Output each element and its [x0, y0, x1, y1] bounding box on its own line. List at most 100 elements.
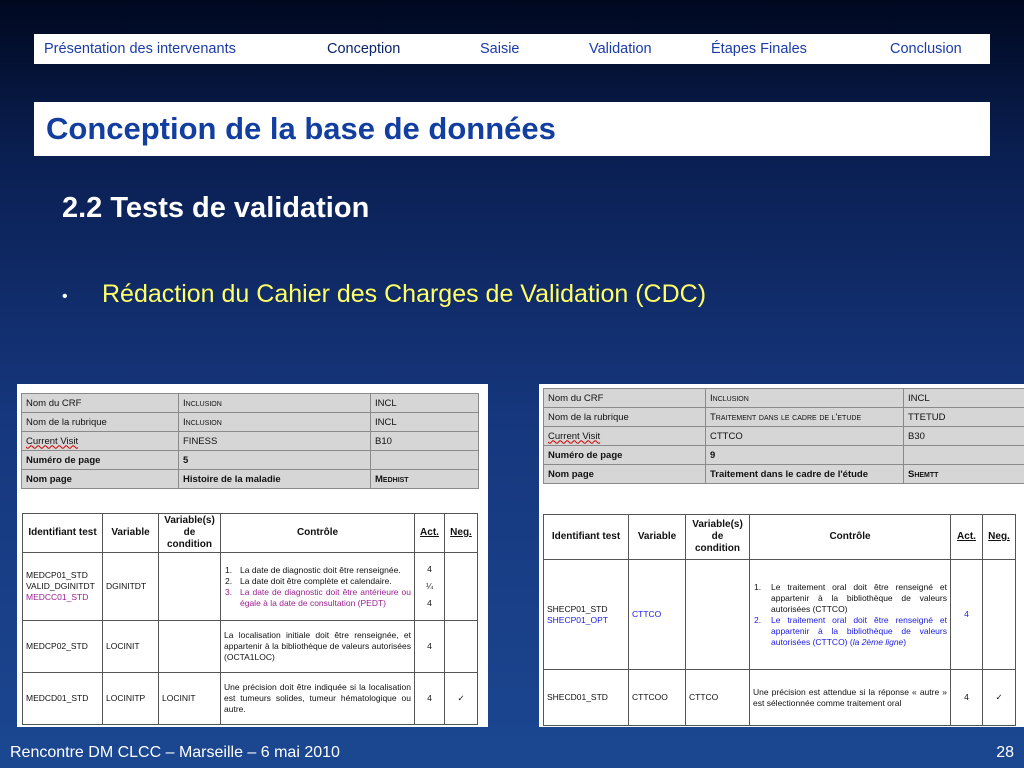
header-act: Act. [950, 514, 983, 560]
nav-item-validation[interactable]: Validation [589, 41, 652, 57]
variable-cell: LOCINIT [102, 620, 159, 673]
control-cell: Une précision doit être indiquée si la l… [220, 672, 415, 725]
info-label: Nom de la rubrique [543, 407, 706, 427]
neg-cell [444, 552, 478, 621]
document-screenshot-medhist: Nom du CRF Inclusion INCL Nom de la rubr… [17, 384, 488, 727]
info-label: Numéro de page [543, 445, 706, 465]
info-value: Traitement dans le cadre de l'etude [705, 407, 904, 427]
control-number: 2. [225, 575, 233, 586]
info-label: Nom de la rubrique [21, 412, 179, 432]
control-text-italic: la 2ème ligne [852, 636, 904, 647]
header-controle: Contrôle [220, 513, 415, 553]
condition-cell [685, 559, 750, 670]
control-cell: 1. Le traitement oral doit être renseigné… [749, 559, 951, 670]
header-variable: Variable [628, 514, 686, 560]
info-code: Shemtt [903, 464, 1024, 484]
test-id-cell: MEDCD01_STD [22, 672, 103, 725]
info-value: Inclusion [178, 393, 371, 413]
info-label: Current Visit [543, 426, 706, 446]
info-value: Inclusion [705, 388, 904, 408]
info-code [903, 445, 1024, 465]
neg-cell: ✓ [444, 672, 478, 725]
test-id-cell: SHECD01_STD [543, 669, 629, 726]
header-act: Act. [414, 513, 445, 553]
info-label: Nom page [21, 469, 179, 489]
condition-cell: CTTCO [685, 669, 750, 726]
info-value: Traitement dans le cadre de l'étude [705, 464, 904, 484]
act-value: 4 [427, 598, 432, 608]
act-value: ¼ [425, 581, 434, 591]
test-id: SHECP01_OPT [547, 614, 608, 625]
validation-test-table: Identifiant test Variable Variable(s) de… [543, 514, 1016, 726]
table-row: SHECD01_STD CTTCOO CTTCO Une précision e… [543, 669, 1016, 726]
info-row: Nom du CRF Inclusion INCL [543, 388, 1024, 408]
bullet-marker: • [62, 288, 68, 305]
act-cell: 4 [414, 672, 445, 725]
crf-info-table: Nom du CRF Inclusion INCL Nom de la rubr… [543, 388, 1024, 484]
test-id: VALID_DGINITDT [26, 581, 95, 591]
test-id: SHECP01_STD [547, 603, 608, 614]
variable-cell: CTTCO [628, 559, 686, 670]
info-value: 9 [705, 445, 904, 465]
footer-text: Rencontre DM CLCC – Marseille – 6 mai 20… [10, 744, 340, 761]
info-row: Nom de la rubrique Inclusion INCL [21, 412, 479, 432]
info-code: Medhist [370, 469, 479, 489]
info-row: Current Visit FINESS B10 [21, 431, 479, 451]
control-cell: 1. La date de diagnostic doit être rensei… [220, 552, 415, 621]
header-identifiant: Identifiant test [22, 513, 103, 553]
page-number: 28 [996, 744, 1014, 761]
info-row: Nom page Histoire de la maladie Medhist [21, 469, 479, 489]
info-value: Inclusion [178, 412, 371, 432]
info-row: Numéro de page 5 [21, 450, 479, 470]
condition-cell [158, 620, 221, 673]
info-code: B30 [903, 426, 1024, 446]
header-controle: Contrôle [749, 514, 951, 560]
info-code: TTETUD [903, 407, 1024, 427]
test-id: MEDCP01_STD [26, 570, 88, 580]
control-number: 2. [754, 614, 762, 625]
info-row: Nom page Traitement dans le cadre de l'é… [543, 464, 1024, 484]
nav-item-saisie[interactable]: Saisie [480, 41, 520, 57]
header-condition: Variable(s) de condition [685, 514, 750, 560]
table-row: MEDCP01_STD VALID_DGINITDT MEDCC01_STD D… [22, 552, 478, 621]
control-text: La date doit être complète et calendaire… [240, 575, 392, 586]
variable-cell: LOCINITP [102, 672, 159, 725]
info-label: Nom du CRF [543, 388, 706, 408]
control-number: 1. [225, 564, 233, 575]
act-value: 4 [427, 564, 432, 574]
condition-cell [158, 552, 221, 621]
table-header-row: Identifiant test Variable Variable(s) de… [22, 513, 478, 553]
section-nav-bar: Présentation des intervenants Conception… [34, 34, 990, 64]
neg-cell [444, 620, 478, 673]
info-row: Current Visit CTTCO B30 [543, 426, 1024, 446]
header-variable: Variable [102, 513, 159, 553]
info-row: Nom du CRF Inclusion INCL [21, 393, 479, 413]
control-text-end: ) [903, 636, 907, 647]
neg-cell: ✓ [982, 669, 1016, 726]
test-id-cell: SHECP01_STD SHECP01_OPT [543, 559, 629, 670]
control-cell: Une précision est attendue si la réponse… [749, 669, 951, 726]
table-row: SHECP01_STD SHECP01_OPT CTTCO 1. Le trait… [543, 559, 1016, 670]
info-label: Nom du CRF [21, 393, 179, 413]
table-header-row: Identifiant test Variable Variable(s) de… [543, 514, 1016, 560]
info-code: B10 [370, 431, 479, 451]
info-code: INCL [370, 412, 479, 432]
info-value: FINESS [178, 431, 371, 451]
control-number: 1. [754, 581, 762, 592]
act-cell: 4 [414, 620, 445, 673]
test-id-cell: MEDCP02_STD [22, 620, 103, 673]
info-label: Nom page [543, 464, 706, 484]
document-screenshot-shemtt: Nom du CRF Inclusion INCL Nom de la rubr… [539, 384, 1024, 727]
info-value: Histoire de la maladie [178, 469, 371, 489]
control-text: Le traitement oral doit être renseigné e… [771, 581, 947, 614]
act-cell: 4 [950, 669, 983, 726]
info-code: INCL [903, 388, 1024, 408]
control-text: La date de diagnostic doit être antérieu… [240, 586, 411, 608]
title-box: Conception de la base de données [34, 102, 990, 156]
nav-item-conclusion[interactable]: Conclusion [890, 41, 962, 57]
act-cell: 4 ¼ 4 [414, 552, 445, 621]
nav-item-conception[interactable]: Conception [327, 41, 400, 57]
nav-item-presentation[interactable]: Présentation des intervenants [44, 41, 236, 57]
info-label: Current Visit [21, 431, 179, 451]
nav-item-etapes-finales[interactable]: Étapes Finales [711, 41, 807, 57]
